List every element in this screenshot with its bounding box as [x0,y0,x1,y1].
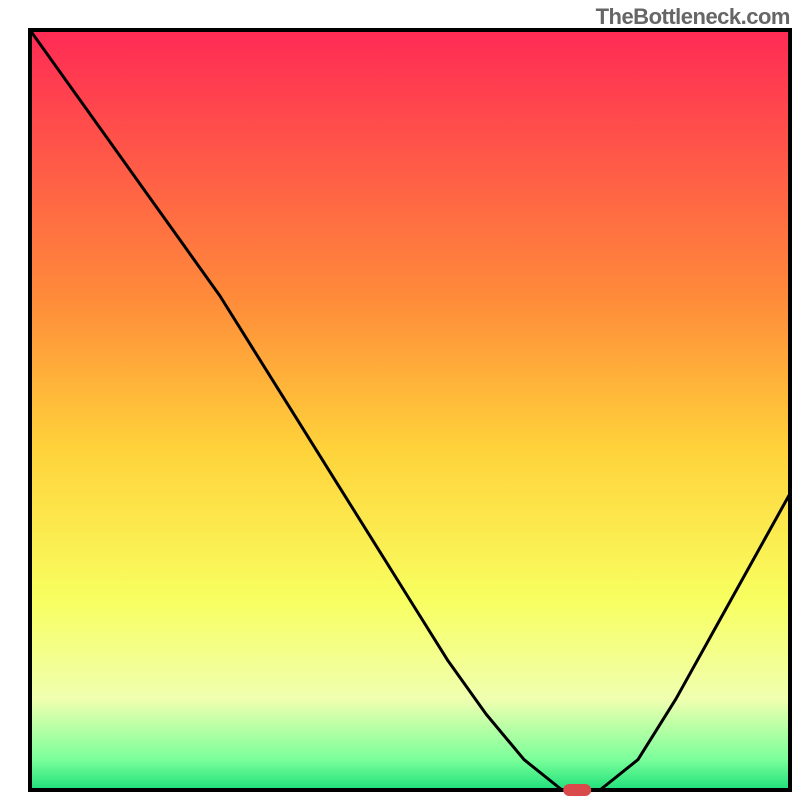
minimum-marker [563,784,591,796]
chart-container: TheBottleneck.com [0,0,800,800]
watermark-text: TheBottleneck.com [596,4,790,30]
bottleneck-chart [0,0,800,800]
gradient-background [30,30,790,790]
